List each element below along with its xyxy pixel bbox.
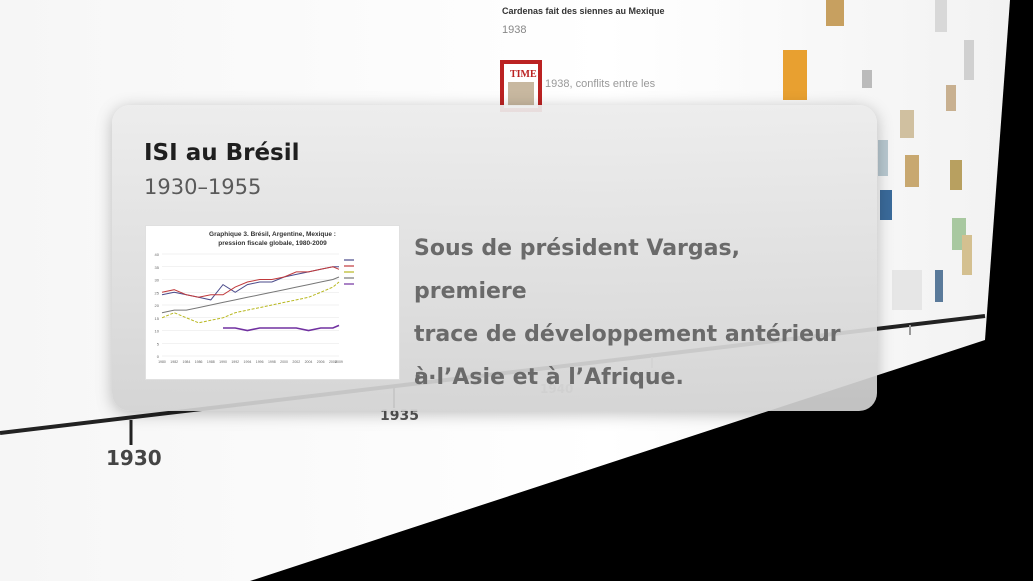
popup-thumbnail[interactable]: Graphique 3. Brésil, Argentine, Mexique … — [145, 225, 400, 380]
x-tick-label: 1990 — [219, 360, 227, 364]
x-tick-label: 1998 — [268, 360, 276, 364]
popup-title: ISI au Brésil — [144, 140, 300, 166]
x-tick-label: 1992 — [231, 360, 239, 364]
thumbnail-chart: 0 5 10 15 20 25 30 35 40 1980 1982 1984 1986 1988 1990… — [155, 252, 354, 364]
popup-description: Sous de président Vargas, premiere trace… — [414, 236, 841, 390]
x-tick-label: 1988 — [207, 360, 215, 364]
x-tick-label: 1982 — [170, 360, 178, 364]
event-popup[interactable]: ISI au Brésil 1930–1955 Graphique 3. Bré… — [112, 105, 877, 411]
card-title[interactable]: Cardenas fait des siennes au Mexique — [502, 6, 665, 16]
x-tick-label: 2004 — [305, 360, 313, 364]
y-tick-label: 10 — [155, 329, 160, 334]
y-tick-label: 35 — [155, 265, 160, 270]
x-tick-label: 1996 — [256, 360, 264, 364]
y-tick-label: 20 — [155, 303, 160, 308]
x-tick-label: 1980 — [158, 360, 166, 364]
x-tick-label: 2000 — [280, 360, 288, 364]
popup-more[interactable]: … — [414, 360, 436, 385]
x-tick-label: 2002 — [292, 360, 300, 364]
card-snippet: 1938, conflits entre les — [545, 78, 656, 90]
card-year: 1938 — [502, 24, 527, 36]
popup-years: 1930–1955 — [144, 175, 262, 199]
series-line — [161, 266, 340, 298]
y-tick-label: 25 — [155, 290, 160, 295]
x-tick-label: 1994 — [244, 360, 252, 364]
y-tick-label: 30 — [155, 278, 160, 283]
x-tick-label: 1986 — [195, 360, 203, 364]
y-tick-label: 0 — [157, 354, 160, 359]
series-line — [223, 324, 340, 332]
map-icon[interactable] — [783, 50, 807, 100]
photo-icon[interactable] — [826, 0, 844, 26]
svg-text:TIME: TIME — [510, 69, 537, 80]
y-tick-label: 15 — [155, 316, 160, 321]
x-tick-label: 2006 — [317, 360, 325, 364]
y-tick-label: 40 — [155, 252, 160, 257]
x-tick-label: 1984 — [183, 360, 191, 364]
y-tick-label: 5 — [157, 341, 160, 346]
axis-year-label: 1930 — [106, 446, 162, 470]
x-tick-label: 2009 — [335, 360, 343, 364]
series-line — [161, 281, 340, 324]
